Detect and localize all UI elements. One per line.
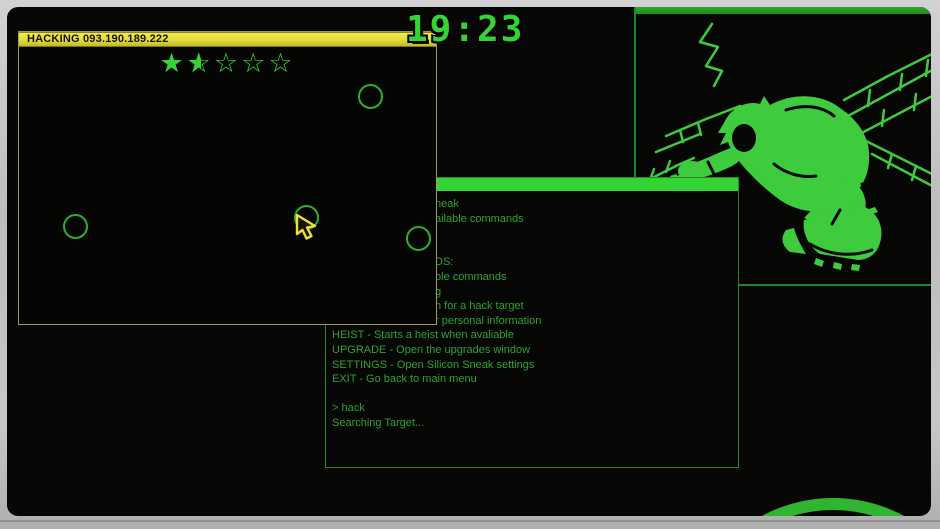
clock: 19:23	[406, 9, 524, 50]
star-half-icon: ☆★	[187, 49, 214, 79]
hacking-window-titlebar[interactable]: HACKING 093.190.189.222	[19, 32, 436, 47]
terminal-line	[332, 387, 732, 402]
star-rating: ★☆★☆☆☆	[19, 49, 436, 79]
hack-target-circle[interactable]	[358, 84, 383, 109]
image-window-title: IMAGE	[641, 7, 674, 11]
star-empty-icon: ☆	[241, 49, 268, 79]
hack-target-circle[interactable]	[63, 214, 88, 239]
crt-screen: IMAGE	[7, 7, 931, 516]
star-full-icon: ★	[159, 49, 186, 79]
terminal-line: SETTINGS - Open Silicon Sneak settings	[332, 358, 732, 373]
terminal-line: HEIST - Starts a heist when avaliable	[332, 328, 732, 343]
hack-target-circle[interactable]	[406, 226, 431, 251]
radar-arc	[683, 498, 931, 516]
star-empty-icon: ☆	[268, 49, 295, 79]
star-empty-icon: ☆	[214, 49, 241, 79]
mouse-cursor-icon	[294, 213, 320, 241]
monitor-bezel-seam	[0, 520, 940, 522]
terminal-line: UPGRADE - Open the upgrades window	[332, 343, 732, 358]
terminal-line: EXIT - Go back to main menu	[332, 372, 732, 387]
image-window-titlebar[interactable]: IMAGE	[636, 7, 931, 14]
hacking-window: HACKING 093.190.189.222 ★☆★☆☆☆	[18, 31, 437, 325]
hacking-window-title: HACKING 093.190.189.222	[27, 33, 169, 45]
terminal-line: > hack	[332, 401, 732, 416]
wall-crack	[700, 24, 722, 86]
terminal-line: Searching Target...	[332, 416, 732, 431]
